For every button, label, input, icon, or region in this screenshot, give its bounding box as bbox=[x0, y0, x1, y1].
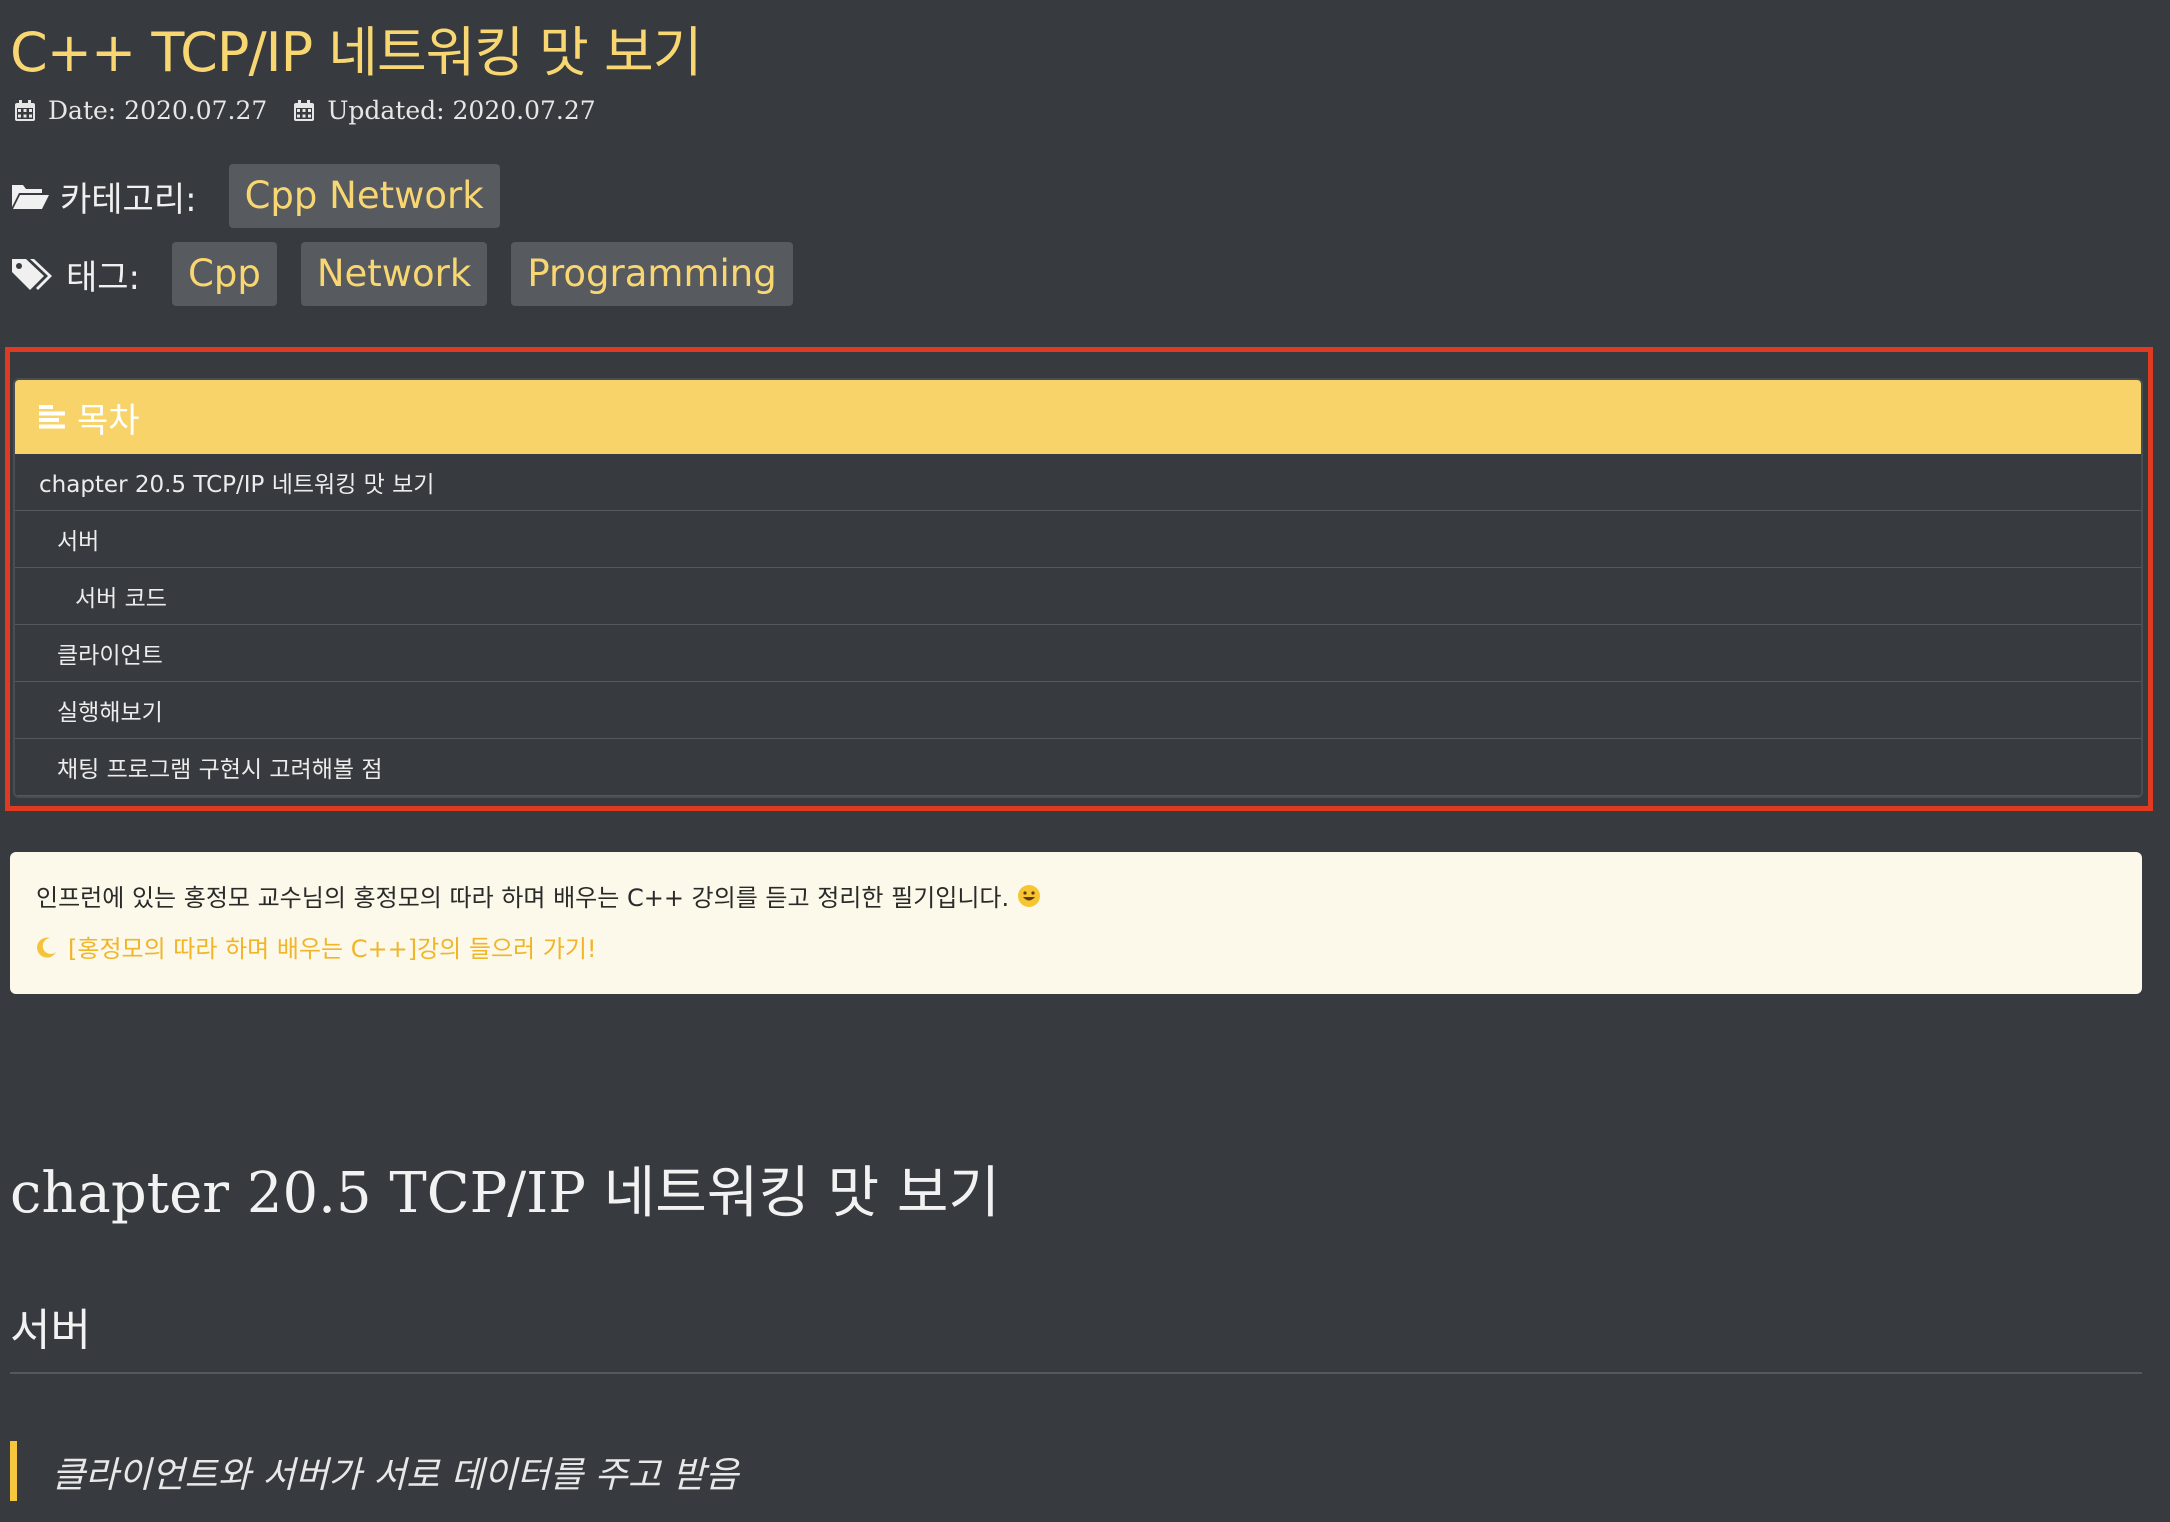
category-pill-cpp-network[interactable]: Cpp Network bbox=[228, 164, 500, 228]
category-label: 카테고리: bbox=[10, 172, 197, 221]
folder-open-icon bbox=[12, 185, 49, 209]
tag-pill-network[interactable]: Network bbox=[300, 242, 488, 306]
date-item: Date: 2020.07.27 bbox=[14, 96, 267, 125]
smile-emoji-icon bbox=[1018, 884, 1041, 907]
heading-divider bbox=[10, 1372, 2142, 1374]
category-row: 카테고리: Cpp Network bbox=[10, 164, 524, 228]
calendar-icon bbox=[15, 99, 35, 121]
post-page: C++ TCP/IP 네트워킹 맛 보기 Date: 2020.07.27 Up… bbox=[0, 0, 2170, 1522]
table-of-contents: 목차 chapter 20.5 TCP/IP 네트워킹 맛 보기 서버 서버 코… bbox=[13, 378, 2143, 798]
toc-item-server-code[interactable]: 서버 코드 bbox=[15, 568, 2141, 625]
moon-emoji-icon bbox=[37, 937, 56, 958]
tag-pill-programming[interactable]: Programming bbox=[511, 242, 793, 306]
align-left-icon bbox=[39, 405, 65, 429]
post-updated: Updated: 2020.07.27 bbox=[327, 96, 596, 125]
tag-pill-cpp[interactable]: Cpp bbox=[172, 242, 277, 306]
toc-item-server[interactable]: 서버 bbox=[15, 511, 2141, 568]
toc-item-chat-considerations[interactable]: 채팅 프로그램 구현시 고려해볼 점 bbox=[15, 739, 2141, 796]
post-meta: Date: 2020.07.27 Updated: 2020.07.27 bbox=[14, 96, 622, 125]
content-heading-chapter: chapter 20.5 TCP/IP 네트워킹 맛 보기 bbox=[10, 1161, 1000, 1226]
blockquote-text: 클라이언트와 서버가 서로 데이터를 주고 받음 bbox=[52, 1455, 739, 1496]
tags-icon bbox=[12, 259, 52, 290]
tag-label: 태그: bbox=[10, 250, 140, 299]
toc-header: 목차 bbox=[15, 380, 2141, 454]
blockquote-bar bbox=[10, 1441, 17, 1501]
content-heading-server: 서버 bbox=[10, 1305, 91, 1356]
page-title: C++ TCP/IP 네트워킹 맛 보기 bbox=[10, 21, 702, 84]
course-link[interactable]: [홍정모의 따라 하며 배우는 C++]강의 들으러 가기! bbox=[68, 929, 597, 964]
updated-item: Updated: 2020.07.27 bbox=[293, 96, 596, 125]
toc-item-run[interactable]: 실행해보기 bbox=[15, 682, 2141, 739]
calendar-icon bbox=[294, 99, 315, 121]
toc-title: 목차 bbox=[77, 400, 140, 441]
toc-item-client[interactable]: 클라이언트 bbox=[15, 625, 2141, 682]
notice-text-line: 인프런에 있는 홍정모 교수님의 홍정모의 따라 하며 배우는 C++ 강의를 … bbox=[36, 878, 2116, 913]
notice-link-line: [홍정모의 따라 하며 배우는 C++]강의 들으러 가기! bbox=[36, 929, 2116, 964]
notice-text: 인프런에 있는 홍정모 교수님의 홍정모의 따라 하며 배우는 C++ 강의를 … bbox=[36, 884, 1010, 912]
notice-box: 인프런에 있는 홍정모 교수님의 홍정모의 따라 하며 배우는 C++ 강의를 … bbox=[10, 852, 2142, 994]
tag-row: 태그: Cpp Network Programming bbox=[10, 242, 817, 306]
post-date: Date: 2020.07.27 bbox=[48, 96, 268, 125]
toc-item-chapter[interactable]: chapter 20.5 TCP/IP 네트워킹 맛 보기 bbox=[15, 454, 2141, 511]
